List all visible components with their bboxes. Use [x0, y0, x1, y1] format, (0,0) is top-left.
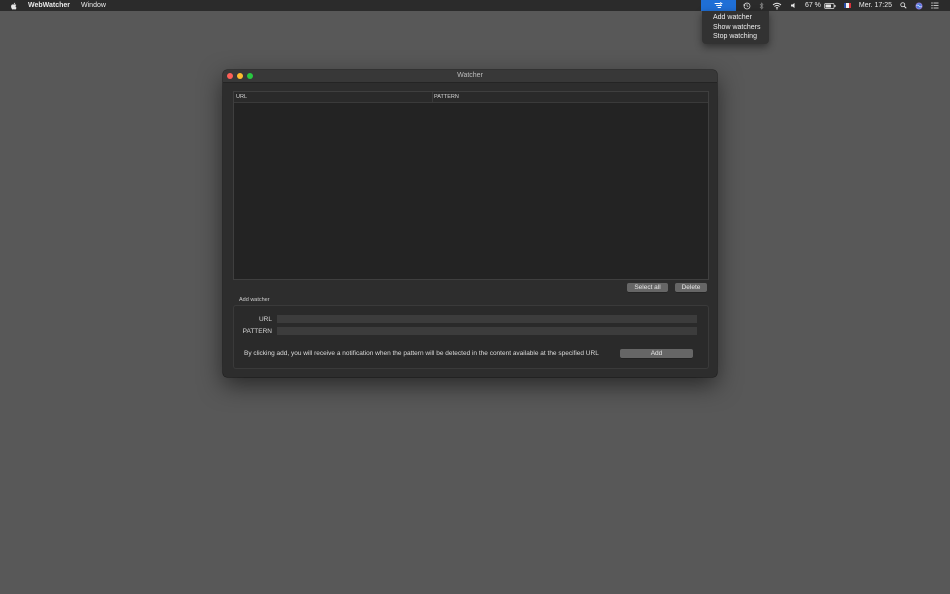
title-bar[interactable]: Watcher — [223, 70, 717, 83]
bluetooth-icon[interactable] — [759, 1, 764, 10]
menu-item-add-watcher[interactable]: Add watcher — [713, 13, 752, 22]
wifi-icon[interactable] — [772, 2, 782, 10]
column-header-pattern[interactable]: PATTERN — [432, 92, 708, 102]
add-button[interactable]: Add — [620, 349, 693, 358]
spotlight-icon[interactable] — [900, 2, 907, 9]
url-input[interactable] — [277, 315, 697, 323]
menu-bar-extras: 67 % Mer. 17:25 — [700, 0, 950, 11]
url-label: URL — [258, 316, 272, 323]
select-all-button[interactable]: Select all — [627, 283, 668, 292]
menu-app-name[interactable]: WebWatcher — [28, 0, 70, 11]
volume-icon[interactable] — [790, 2, 797, 9]
pattern-input[interactable] — [277, 327, 697, 335]
watchers-table[interactable]: URL PATTERN — [233, 91, 709, 280]
watcher-window: Watcher URL PATTERN Select all Delete Ad… — [223, 70, 717, 377]
siri-icon[interactable] — [915, 2, 923, 10]
delete-button[interactable]: Delete — [675, 283, 707, 292]
battery-icon[interactable] — [824, 2, 836, 9]
webwatcher-status-icon[interactable] — [700, 0, 736, 11]
menu-clock[interactable]: Mer. 17:25 — [859, 0, 892, 11]
table-header: URL PATTERN — [234, 92, 708, 103]
menu-bar-left: WebWatcher Window — [0, 0, 116, 11]
battery-percentage[interactable]: 67 % — [805, 0, 821, 11]
pattern-label: PATTERN — [242, 328, 272, 335]
menu-item-show-watchers[interactable]: Show watchers — [713, 23, 760, 32]
add-watcher-group: URL PATTERN By clicking add, you will re… — [233, 305, 709, 369]
window-title: Watcher — [457, 72, 483, 79]
notification-center-icon[interactable] — [931, 2, 939, 9]
add-watcher-note: By clicking add, you will receive a noti… — [244, 350, 599, 357]
menu-window[interactable]: Window — [81, 0, 106, 11]
menu-bar: WebWatcher Window 67 % Mer. 17:25 — [0, 0, 950, 11]
status-menu: Add watcher Show watchers Stop watching — [702, 11, 769, 44]
french-flag-icon[interactable] — [843, 3, 851, 8]
apple-icon[interactable] — [10, 2, 18, 10]
menu-item-stop-watching[interactable]: Stop watching — [713, 32, 757, 41]
column-header-url[interactable]: URL — [234, 92, 433, 102]
add-watcher-group-title: Add watcher — [239, 297, 270, 303]
time-machine-icon[interactable] — [743, 2, 751, 10]
